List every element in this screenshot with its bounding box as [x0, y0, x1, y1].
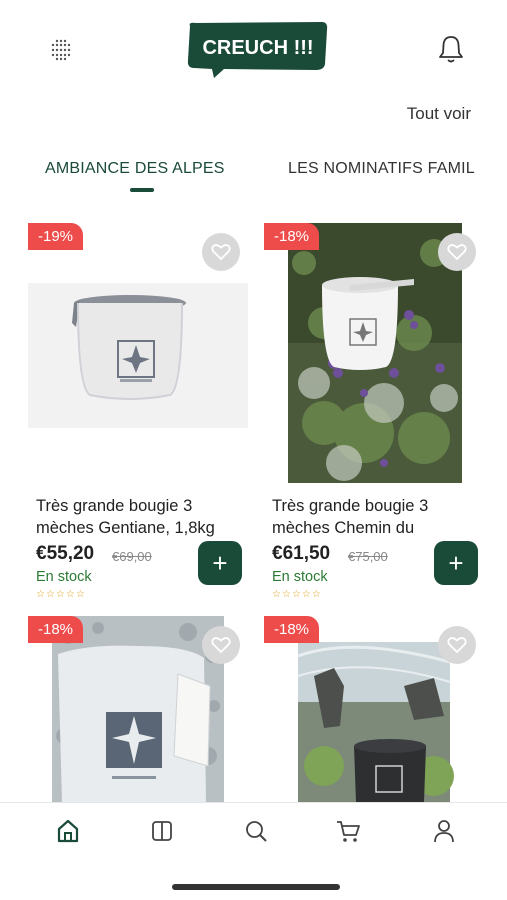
heart-icon	[211, 244, 231, 261]
bell-icon[interactable]	[436, 33, 466, 65]
heart-icon	[211, 637, 231, 654]
active-tab-indicator	[130, 188, 154, 192]
catalog-icon[interactable]	[148, 817, 176, 845]
search-icon[interactable]	[242, 817, 270, 845]
heart-icon	[447, 637, 467, 654]
product-card[interactable]: -18%	[264, 616, 484, 802]
discount-badge: -18%	[28, 616, 84, 643]
rating-stars: ☆☆☆☆☆	[36, 589, 86, 600]
heart-icon	[447, 244, 467, 261]
discount-badge: -18%	[264, 223, 320, 250]
discount-badge: -18%	[264, 616, 320, 643]
home-icon[interactable]	[54, 817, 82, 845]
stock-status: En stock	[272, 569, 328, 585]
home-indicator[interactable]	[172, 884, 340, 890]
favorite-button[interactable]	[202, 233, 240, 271]
account-icon[interactable]	[430, 817, 458, 845]
logo-text: CREUCH !!!	[202, 37, 313, 59]
product-card[interactable]: -19% Très grande bougie 3 mèches Gentian…	[28, 223, 248, 603]
discount-badge: -19%	[28, 223, 84, 250]
rating-stars: ☆☆☆☆☆	[272, 589, 322, 600]
product-title[interactable]: Très grande bougie 3 mèches Gentiane, 1,…	[36, 495, 248, 539]
app-header: CREUCH !!!	[0, 0, 507, 100]
favorite-button[interactable]	[438, 233, 476, 271]
product-card[interactable]: -18% Très grande bougie 3 mèches Chemin …	[264, 223, 484, 603]
see-all-link[interactable]: Tout voir	[407, 104, 471, 124]
brand-logo[interactable]: CREUCH !!!	[184, 20, 330, 80]
cart-icon[interactable]	[334, 817, 362, 845]
bottom-navigation	[0, 802, 507, 862]
category-tabs: AMBIANCE DES ALPES LES NOMINATIFS FAMIL	[0, 150, 507, 196]
product-card[interactable]: -18%	[28, 616, 248, 802]
favorite-button[interactable]	[438, 626, 476, 664]
tab-ambiance-des-alpes[interactable]: AMBIANCE DES ALPES	[45, 160, 225, 178]
grid-dots-icon[interactable]	[48, 37, 74, 63]
add-to-cart-button[interactable]: +	[434, 541, 478, 585]
product-title[interactable]: Très grande bougie 3 mèches Chemin du	[272, 495, 484, 539]
stock-status: En stock	[36, 569, 92, 585]
tab-les-nominatifs[interactable]: LES NOMINATIFS FAMIL	[288, 160, 475, 178]
product-price: €61,50	[272, 543, 331, 564]
product-old-price: €75,00	[348, 549, 388, 564]
product-old-price: €69,00	[112, 549, 152, 564]
favorite-button[interactable]	[202, 626, 240, 664]
add-to-cart-button[interactable]: +	[198, 541, 242, 585]
product-price: €55,20	[36, 543, 95, 564]
